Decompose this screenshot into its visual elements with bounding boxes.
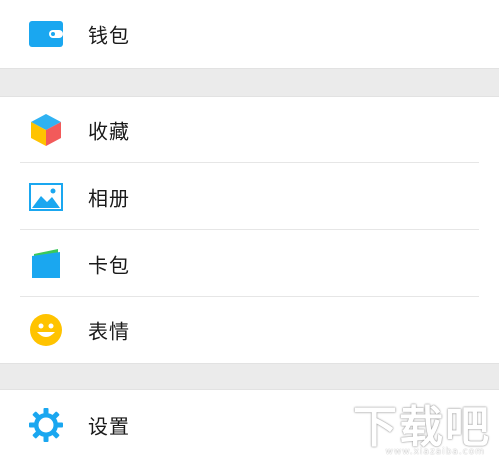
cube-icon <box>28 112 64 148</box>
menu-item-album-label: 相册 <box>88 186 130 210</box>
menu-item-wallet[interactable]: 钱包 <box>0 0 499 68</box>
smiley-icon <box>28 312 64 348</box>
picture-icon <box>28 179 64 215</box>
watermark-logo: 下载吧 <box>353 402 491 453</box>
card-wallet-icon <box>28 246 64 282</box>
menu-item-stickers-label: 表情 <box>88 319 130 344</box>
menu-item-wallet-label: 钱包 <box>88 23 130 48</box>
wallet-group: 钱包 <box>0 0 499 69</box>
menu-item-album[interactable]: 相册 <box>0 163 499 230</box>
menu-item-cards-label: 卡包 <box>88 253 130 277</box>
wallet-icon <box>28 16 64 52</box>
menu-item-settings-label: 设置 <box>88 414 130 439</box>
me-tab-menu: 钱包 收藏 相册 卡包 表情 设置 下载吧 www.xiazaiba.com <box>0 0 499 459</box>
menu-item-cards[interactable]: 卡包 <box>0 230 499 297</box>
menu-item-stickers[interactable]: 表情 <box>0 297 499 363</box>
gear-icon <box>28 407 64 443</box>
menu-item-favorites[interactable]: 收藏 <box>0 97 499 163</box>
menu-item-favorites-label: 收藏 <box>88 119 130 144</box>
features-group: 收藏 相册 卡包 表情 <box>0 96 499 364</box>
watermark-url: www.xiazaiba.com <box>385 447 485 457</box>
